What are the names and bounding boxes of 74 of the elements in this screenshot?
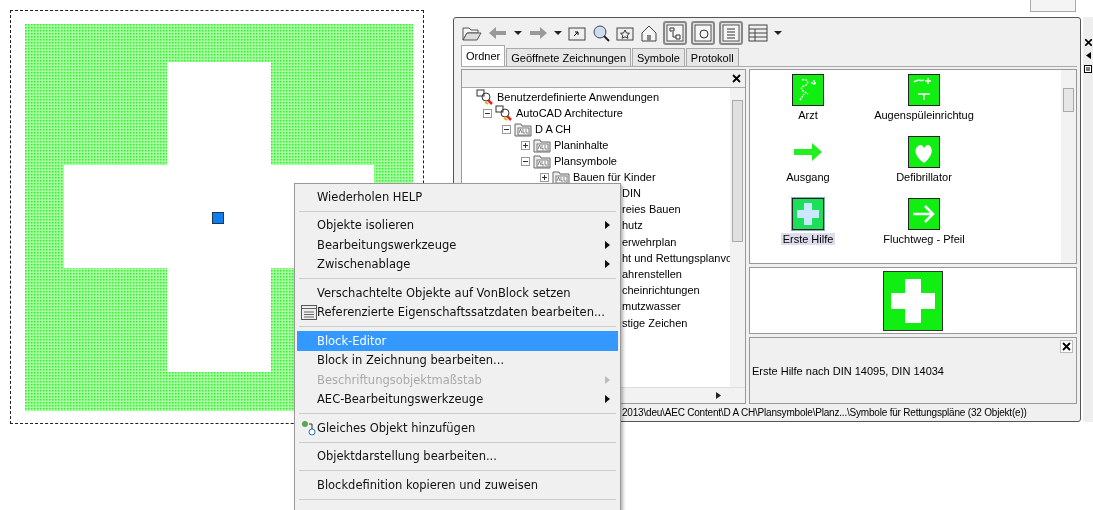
close-icon[interactable] [1084, 39, 1092, 46]
menu-item[interactable]: Referenzierte Eigenschaftssatzdaten bearbeiten... [297, 302, 618, 322]
tree-item[interactable]: erwehrplan [620, 235, 677, 248]
tree-item[interactable]: AutoCAD Architecture [514, 107, 623, 119]
panel-toggle-icon[interactable] [691, 21, 715, 45]
tree-item[interactable]: Bauen für Kinder [571, 171, 656, 183]
up-folder-icon[interactable] [567, 24, 587, 42]
symbol-icon[interactable] [908, 74, 940, 106]
grip-handle[interactable] [212, 212, 224, 224]
properties-icon[interactable] [1084, 65, 1092, 73]
status-bar-path: 2013\deu\AEC Content\D A CH\Plansymbole\Planz...\Symbole für Rettungspläne (32 Objekt(e)) [622, 406, 1027, 420]
symbol-label: Defibrillator [895, 171, 953, 183]
close-icon[interactable] [732, 74, 741, 83]
symbol-label: Erste Hilfe [780, 233, 836, 245]
menu-item[interactable]: Verschachtelte Objekte auf VonBlock setzen [297, 283, 618, 303]
expand-icon[interactable] [521, 140, 532, 150]
home-icon[interactable] [639, 23, 659, 43]
tab[interactable]: Ordner [461, 45, 506, 66]
symbol-icon[interactable] [792, 74, 824, 106]
tool-app-icon [495, 105, 513, 121]
first-aid-preview-icon [883, 270, 943, 331]
menu-item[interactable]: Block in Zeichnung bearbeiten... [297, 350, 618, 370]
panel-toggle-icon[interactable] [719, 21, 743, 45]
symbol-icon[interactable] [908, 198, 940, 230]
collapse-icon[interactable] [521, 156, 532, 166]
grid-view-icon[interactable] [747, 23, 769, 43]
scroll-right-arrow-icon[interactable] [716, 392, 721, 399]
tab[interactable]: Protokoll [685, 48, 739, 66]
linked-circles-icon [301, 419, 317, 436]
list-window-icon [301, 304, 317, 320]
description-text: Erste Hilfe nach DIN 14095, DIN 14034 [751, 364, 944, 377]
star-folder-icon[interactable] [615, 24, 635, 42]
tree-item[interactable]: Benutzerdefinierte Anwendungen [495, 91, 660, 103]
tree-item[interactable]: Plansymbole [552, 155, 617, 167]
aec-folder-icon [533, 153, 551, 169]
search-icon[interactable] [591, 23, 611, 43]
symbol-label: Fluchtweg - Pfeil [882, 233, 966, 245]
close-icon[interactable] [1060, 340, 1073, 353]
tree-item[interactable]: ahrenstellen [620, 268, 682, 281]
symbol-icon[interactable] [792, 198, 824, 230]
collapse-icon[interactable] [502, 124, 513, 134]
symbol-label: Ausgang [785, 171, 831, 183]
menu-item[interactable]: Bearbeitungswerkzeuge [297, 235, 618, 255]
tree-item[interactable]: reies Bauen [620, 203, 681, 216]
symbol-label: Arzt [797, 109, 819, 121]
menu-item[interactable]: Objektdarstellung bearbeiten... [297, 446, 618, 466]
vertical-scrollbar[interactable] [1061, 70, 1076, 263]
menu-item[interactable]: Blockdefinition kopieren und zuweisen [297, 475, 618, 495]
tree-item[interactable]: stige Zeichen [620, 316, 688, 329]
vertical-scrollbar[interactable] [730, 88, 745, 387]
tree-item[interactable]: ht und Rettungsplanvo [620, 251, 733, 264]
menu-item[interactable]: AEC-Bearbeitungswerkzeuge [297, 389, 618, 409]
folder-open-icon[interactable] [461, 24, 483, 42]
collapse-arrow-icon[interactable] [1085, 52, 1091, 59]
symbol-icon[interactable] [908, 136, 940, 168]
expand-icon[interactable] [540, 172, 551, 182]
tree-item[interactable]: D A CH [533, 123, 572, 135]
menu-item[interactable]: Gleiches Objekt hinzufügen [297, 418, 618, 438]
aec-folder-icon [533, 137, 551, 153]
tree-item[interactable]: mutzwasser [620, 300, 681, 313]
collapse-icon[interactable] [483, 108, 494, 118]
aec-folder-icon [514, 121, 532, 137]
tree-item[interactable]: Planinhalte [552, 139, 609, 151]
panel-toggle-icon[interactable] [663, 21, 687, 45]
menu-item[interactable]: Wiederholen HELP [297, 187, 618, 207]
tool-app-icon [476, 89, 494, 105]
menu-item[interactable]: Objekte isolieren [297, 215, 618, 235]
tree-item[interactable]: DIN [620, 187, 641, 200]
symbol-label: Augenspüleinrichtug [873, 109, 975, 121]
tree-item[interactable]: hutz [620, 219, 643, 232]
menu-item[interactable]: Zwischenablage [297, 254, 618, 274]
tree-item[interactable]: cheinrichtungen [620, 284, 700, 297]
tab[interactable]: Symbole [632, 48, 685, 66]
tab[interactable]: Geöffnete Zeichnungen [506, 48, 632, 66]
